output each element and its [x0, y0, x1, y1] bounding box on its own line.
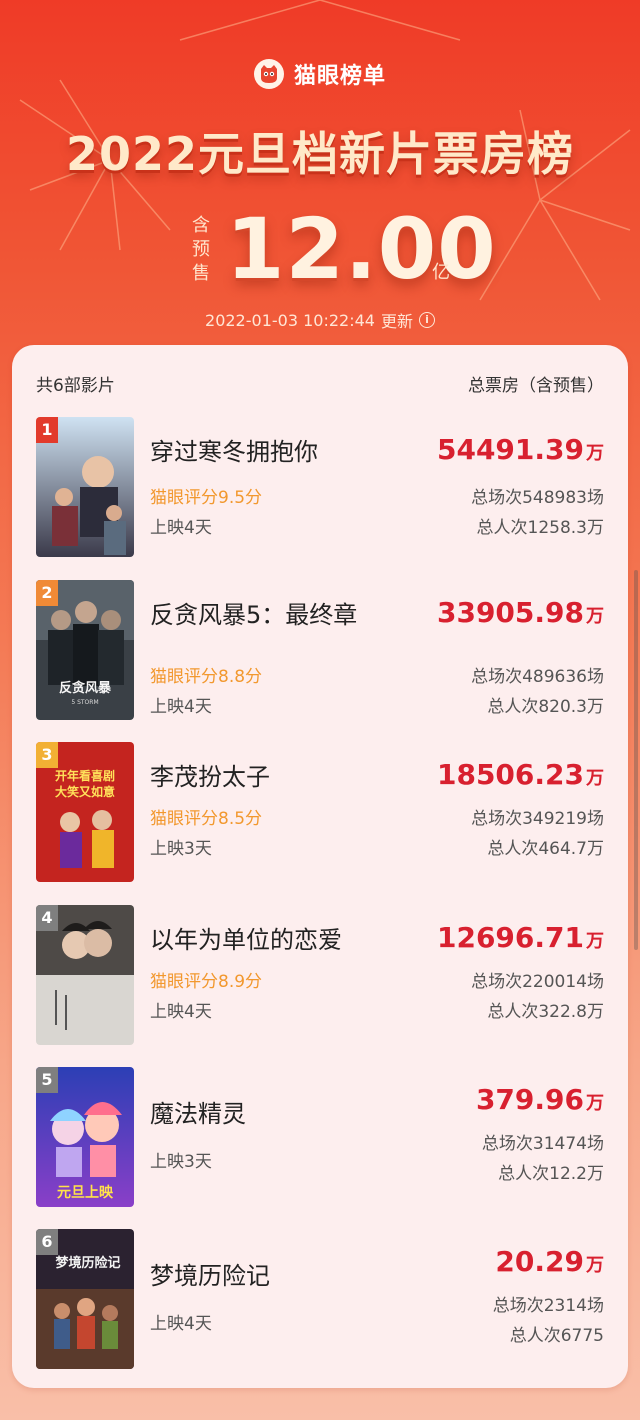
- movie-item[interactable]: 元旦上映 5 魔法精灵 上映3天 379.96 万 总场次31474场 总人次12…: [12, 1067, 628, 1217]
- movie-title[interactable]: 以年为单位的恋爱: [150, 923, 370, 958]
- brand: 猫眼榜单: [0, 58, 640, 90]
- cat-logo-icon: [253, 59, 284, 89]
- gross-number: 12696.71: [436, 921, 584, 954]
- list-header: 共6部影片 总票房（含预售）: [12, 345, 628, 415]
- total-shows: 总场次548983场: [471, 488, 604, 508]
- update-info[interactable]: 2022-01-03 10:22:44 更新 i: [0, 308, 640, 332]
- poster-title-text: 元旦上映: [57, 1185, 114, 1201]
- release-days: 上映3天: [150, 839, 212, 859]
- rank-badge: 2: [36, 580, 58, 606]
- movie-item[interactable]: 梦境历险记 6 梦境历险记 上映4天 20.29 万 总场次2314场 总人次67…: [12, 1229, 628, 1379]
- movie-rating: 猫眼评分8.9分: [150, 972, 263, 992]
- release-days: 上映4天: [150, 518, 212, 538]
- presale-note: 含预售: [192, 215, 210, 284]
- gross-unit: 万: [586, 931, 604, 952]
- header: 猫眼榜单 2022元旦档新片票房榜 含预售 12.00 亿 2022-01-03…: [0, 0, 640, 345]
- ranking-card: 共6部影片 总票房（含预售） 1 穿过寒冬拥抱你 猫眼评分9.5分 上映4天 5…: [12, 345, 628, 1388]
- gross-value: 54491.39 万: [437, 433, 604, 466]
- brand-name: 猫眼榜单: [293, 64, 386, 89]
- movie-poster[interactable]: 反贪风暴 5 STORM 2: [36, 580, 134, 720]
- rank-badge: 3: [36, 742, 58, 768]
- gross-unit: 万: [586, 606, 604, 627]
- total-shows: 总场次489636场: [471, 667, 604, 687]
- gross-value: 33905.98 万: [437, 596, 604, 629]
- movie-rating: 猫眼评分9.5分: [150, 488, 263, 508]
- gross-unit: 万: [586, 1255, 604, 1276]
- scrollbar[interactable]: [634, 570, 638, 950]
- gross-value: 12696.71 万: [437, 921, 604, 954]
- movie-rating: 猫眼评分8.5分: [150, 809, 263, 829]
- movie-title[interactable]: 魔法精灵: [150, 1097, 370, 1132]
- total-attendance: 总人次820.3万: [487, 697, 604, 717]
- movie-title[interactable]: 穿过寒冬拥抱你: [150, 435, 370, 470]
- gross-unit: 万: [586, 768, 604, 789]
- gross-value: 379.96 万: [476, 1083, 604, 1116]
- poster-title-text: 反贪风暴: [59, 680, 112, 696]
- poster-title-text: 梦境历险记: [55, 1255, 120, 1271]
- total-attendance: 总人次12.2万: [498, 1164, 604, 1184]
- poster-title-text: 开年看喜剧: [55, 768, 115, 783]
- movie-title[interactable]: 梦境历险记: [150, 1259, 370, 1294]
- total-shows: 总场次220014场: [471, 972, 604, 992]
- release-days: 上映4天: [150, 1002, 212, 1022]
- rank-badge: 1: [36, 417, 58, 443]
- gross-number: 33905.98: [436, 596, 584, 629]
- poster-subtitle-text: 大笑又如意: [55, 784, 115, 799]
- movie-item[interactable]: 反贪风暴 5 STORM 2 反贪风暴5：最终章 猫眼评分8.8分 上映4天 3…: [12, 580, 628, 730]
- total-value: 12.00: [226, 200, 497, 298]
- movie-title[interactable]: 李茂扮太子: [150, 760, 370, 795]
- rank-badge: 4: [36, 905, 58, 931]
- gross-number: 20.29: [495, 1245, 584, 1278]
- release-days: 上映4天: [150, 1314, 212, 1334]
- movie-item[interactable]: 开年看喜剧 大笑又如意 3 李茂扮太子 猫眼评分8.5分 上映3天 18506.…: [12, 742, 628, 892]
- total-shows: 总场次31474场: [481, 1134, 604, 1154]
- total-attendance: 总人次6775: [509, 1326, 604, 1346]
- gross-unit: 万: [586, 443, 604, 464]
- rank-badge: 5: [36, 1067, 58, 1093]
- info-icon[interactable]: i: [418, 312, 435, 328]
- total-shows: 总场次349219场: [471, 809, 604, 829]
- gross-number: 18506.23: [436, 758, 584, 791]
- movie-poster[interactable]: 1: [36, 417, 134, 557]
- total-attendance: 总人次322.8万: [487, 1002, 604, 1022]
- release-days: 上映3天: [150, 1152, 212, 1172]
- movie-item[interactable]: 4 以年为单位的恋爱 猫眼评分8.9分 上映4天 12696.71 万 总场次22…: [12, 905, 628, 1055]
- total-shows: 总场次2314场: [492, 1296, 604, 1316]
- gross-number: 379.96: [475, 1083, 584, 1116]
- movie-poster[interactable]: 元旦上映 5: [36, 1067, 134, 1207]
- gross-unit: 万: [586, 1093, 604, 1114]
- gross-value: 20.29 万: [495, 1245, 604, 1278]
- total-attendance: 总人次1258.3万: [476, 518, 604, 538]
- movie-poster[interactable]: 4: [36, 905, 134, 1045]
- gross-value: 18506.23 万: [437, 758, 604, 791]
- movie-poster[interactable]: 梦境历险记 6: [36, 1229, 134, 1369]
- rank-badge: 6: [36, 1229, 58, 1255]
- updated-time: 2022-01-03 10:22:44: [205, 310, 375, 330]
- poster-subtitle-text: 5 STORM: [71, 699, 98, 706]
- updated-label: 更新: [380, 312, 413, 331]
- page-title: 2022元旦档新片票房榜: [65, 127, 575, 181]
- movie-title[interactable]: 反贪风暴5：最终章: [150, 598, 370, 633]
- release-days: 上映4天: [150, 697, 212, 717]
- gross-number: 54491.39: [436, 433, 584, 466]
- movie-count: 共6部影片: [36, 376, 115, 396]
- column-label: 总票房（含预售）: [468, 376, 604, 396]
- total-attendance: 总人次464.7万: [487, 839, 604, 859]
- movie-rating: 猫眼评分8.8分: [150, 667, 263, 687]
- total-box-office: 含预售 12.00 亿: [0, 200, 640, 298]
- movie-poster[interactable]: 开年看喜剧 大笑又如意 3: [36, 742, 134, 882]
- total-unit: 亿: [432, 262, 450, 283]
- movie-item[interactable]: 1 穿过寒冬拥抱你 猫眼评分9.5分 上映4天 54491.39 万 总场次548…: [12, 417, 628, 567]
